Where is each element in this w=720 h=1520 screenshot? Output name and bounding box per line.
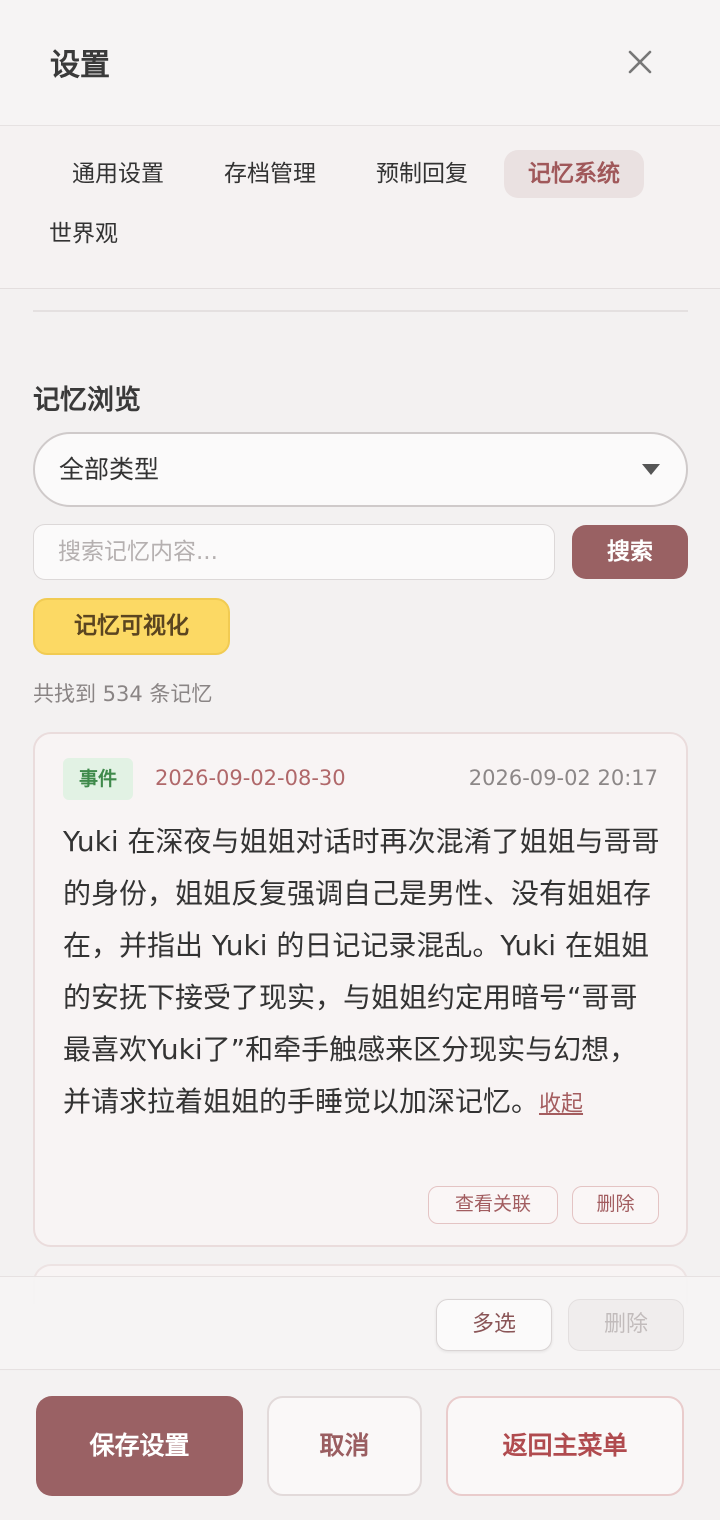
tab-worldview[interactable]: 世界观: [25, 210, 142, 258]
cancel-label: 取消: [319, 1431, 370, 1460]
close-icon: [628, 50, 652, 74]
memory-content-text: Yuki 在深夜与姐姐对话时再次混淆了姐姐与哥哥的身份，姐姐反复强调自己是男性、…: [63, 825, 660, 1118]
bulk-delete-button: 删除: [568, 1299, 684, 1351]
memory-visualize-button[interactable]: 记忆可视化: [33, 598, 230, 655]
page-title: 设置: [50, 48, 110, 83]
close-button[interactable]: [618, 40, 662, 84]
memory-id: 2026-09-02-08-30: [155, 766, 346, 790]
save-settings-button[interactable]: 保存设置: [36, 1396, 243, 1496]
settings-footer: 保存设置 取消 返回主菜单: [0, 1371, 720, 1520]
back-to-menu-button[interactable]: 返回主菜单: [446, 1396, 684, 1496]
settings-tabs: 通用设置 存档管理 预制回复 记忆系统 世界观: [0, 126, 720, 289]
multi-select-button[interactable]: 多选: [436, 1299, 552, 1351]
tab-preset-replies[interactable]: 预制回复: [352, 150, 492, 198]
chevron-down-icon: [642, 464, 660, 475]
memory-type-tag: 事件: [63, 758, 134, 800]
memory-type-select[interactable]: 全部类型: [33, 432, 688, 507]
tab-general[interactable]: 通用设置: [48, 150, 188, 198]
memory-type-value: 全部类型: [59, 455, 160, 484]
search-button[interactable]: 搜索: [572, 525, 688, 579]
tab-memory-system[interactable]: 记忆系统: [504, 150, 644, 198]
memory-count-text: 共找到 534 条记忆: [33, 682, 213, 706]
tab-saves[interactable]: 存档管理: [200, 150, 340, 198]
bulk-action-bar: 多选 删除: [0, 1276, 720, 1370]
section-divider: [33, 310, 688, 312]
memory-card: 事件 2026-09-02-08-30 2026-09-02 20:17 Yuk…: [33, 732, 688, 1247]
memory-content: Yuki 在深夜与姐姐对话时再次混淆了姐姐与哥哥的身份，姐姐反复强调自己是男性、…: [63, 816, 663, 1131]
collapse-link[interactable]: 收起: [539, 1092, 583, 1117]
cancel-button[interactable]: 取消: [267, 1396, 422, 1496]
save-settings-label: 保存设置: [89, 1431, 190, 1460]
back-to-menu-label: 返回主菜单: [502, 1431, 628, 1460]
view-related-button[interactable]: 查看关联: [428, 1186, 558, 1224]
memory-timestamp: 2026-09-02 20:17: [468, 766, 658, 790]
memory-search-input[interactable]: [33, 524, 555, 580]
settings-header: 设置: [0, 0, 720, 126]
delete-memory-button[interactable]: 删除: [572, 1186, 659, 1224]
memory-browse-title: 记忆浏览: [33, 385, 141, 416]
